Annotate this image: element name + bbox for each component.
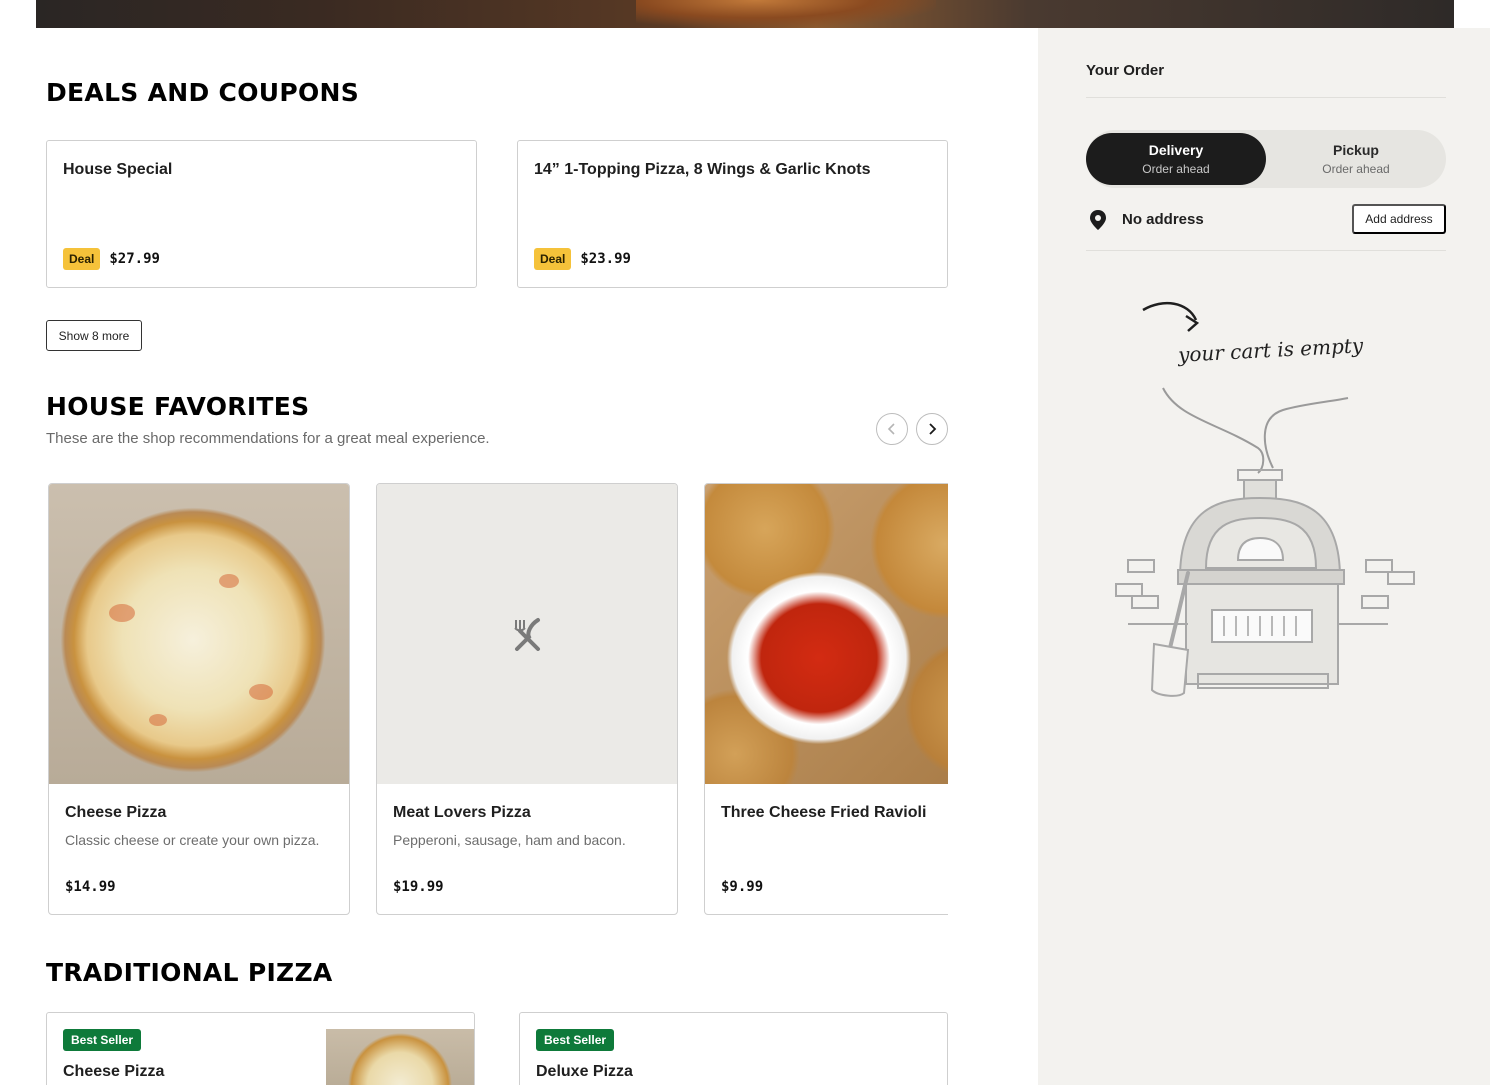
fried-ravioli-photo xyxy=(705,484,948,784)
deal-name: House Special xyxy=(63,161,173,178)
favorites-section-title: HOUSE FAVORITES xyxy=(46,392,310,421)
pickup-sub: Order ahead xyxy=(1322,162,1390,176)
carousel-prev-button[interactable] xyxy=(876,413,908,445)
best-seller-badge: Best Seller xyxy=(536,1029,615,1051)
divider xyxy=(1086,250,1446,251)
menu-item-card[interactable]: Best Seller Cheese Pizza xyxy=(46,1012,475,1085)
deal-footer: Deal $23.99 xyxy=(534,248,631,270)
menu-item-card[interactable]: Meat Lovers Pizza Pepperoni, sausage, ha… xyxy=(376,483,678,915)
menu-item-price: $14.99 xyxy=(65,879,116,895)
cheese-pizza-thumbnail xyxy=(326,1029,474,1085)
favorites-subtitle: These are the shop recommendations for a… xyxy=(46,430,490,447)
address-text: No address xyxy=(1122,211,1204,228)
utensils-placeholder-icon xyxy=(514,618,540,651)
menu-item-card[interactable]: Best Seller Deluxe Pizza xyxy=(519,1012,948,1085)
menu-item-card[interactable]: Three Cheese Fried Ravioli $9.99 xyxy=(704,483,948,915)
empty-cart-illustration: your cart is empty xyxy=(1108,298,1438,708)
menu-item-card[interactable]: Cheese Pizza Classic cheese or create yo… xyxy=(48,483,350,915)
pickup-option[interactable]: Pickup Order ahead xyxy=(1266,133,1446,185)
menu-item-name: Cheese Pizza xyxy=(65,804,167,821)
favorites-carousel: Cheese Pizza Classic cheese or create yo… xyxy=(46,483,948,915)
delivery-sub: Order ahead xyxy=(1142,162,1210,176)
deal-card[interactable]: House Special Deal $27.99 xyxy=(46,140,477,288)
hero-banner-image xyxy=(36,0,1454,28)
menu-item-price: $19.99 xyxy=(393,879,444,895)
traditional-section-title: TRADITIONAL PIZZA xyxy=(46,958,333,987)
delivery-label: Delivery xyxy=(1148,142,1204,158)
delivery-option[interactable]: Delivery Order ahead xyxy=(1086,133,1266,185)
carousel-next-button[interactable] xyxy=(916,413,948,445)
image-placeholder xyxy=(377,484,677,784)
order-title: Your Order xyxy=(1086,62,1165,79)
pickup-label: Pickup xyxy=(1333,142,1379,158)
best-seller-badge: Best Seller xyxy=(63,1029,142,1051)
cheese-pizza-photo xyxy=(49,484,349,784)
deal-footer: Deal $27.99 xyxy=(63,248,160,270)
menu-item-name: Deluxe Pizza xyxy=(536,1063,633,1080)
menu-item-name: Three Cheese Fried Ravioli xyxy=(721,804,927,821)
chevron-left-icon xyxy=(887,423,895,435)
deal-name: 14” 1-Topping Pizza, 8 Wings & Garlic Kn… xyxy=(534,161,871,178)
menu-item-description: Classic cheese or create your own pizza. xyxy=(65,832,320,848)
chevron-right-icon xyxy=(929,423,937,435)
deal-price: $27.99 xyxy=(109,251,160,267)
deal-card[interactable]: 14” 1-Topping Pizza, 8 Wings & Garlic Kn… xyxy=(517,140,948,288)
deal-badge: Deal xyxy=(63,248,101,270)
fulfillment-toggle: Delivery Order ahead Pickup Order ahead xyxy=(1086,130,1446,188)
menu-item-name: Cheese Pizza xyxy=(63,1063,165,1080)
deal-badge: Deal xyxy=(534,248,572,270)
menu-item-description: Pepperoni, sausage, ham and bacon. xyxy=(393,832,626,848)
deals-section-title: DEALS AND COUPONS xyxy=(46,78,360,107)
menu-item-price: $9.99 xyxy=(721,879,764,895)
hero-food-detail xyxy=(636,0,936,28)
location-pin-icon xyxy=(1090,210,1106,230)
show-more-deals-button[interactable]: Show 8 more xyxy=(46,320,142,351)
deal-price: $23.99 xyxy=(580,251,631,267)
add-address-button[interactable]: Add address xyxy=(1352,204,1446,234)
order-sidebar: Your Order Delivery Order ahead Pickup O… xyxy=(1038,28,1490,1085)
address-row: No address Add address xyxy=(1086,204,1446,236)
divider xyxy=(1086,97,1446,98)
menu-item-name: Meat Lovers Pizza xyxy=(393,804,531,821)
